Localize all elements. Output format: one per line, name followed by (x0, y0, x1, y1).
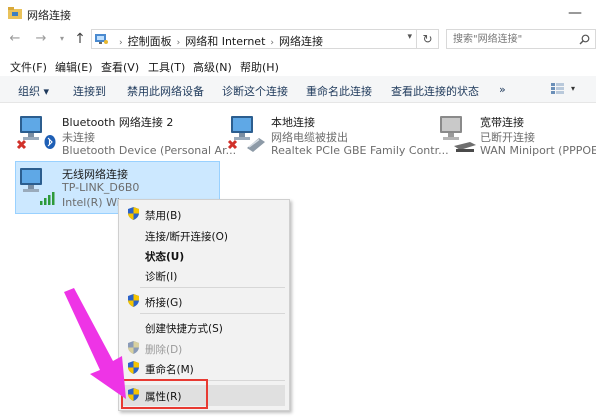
view-status-button[interactable]: 查看此连接的状态 (391, 83, 479, 99)
connect-to-button[interactable]: 连接到 (73, 83, 106, 99)
connection-name: 无线网络连接 (62, 168, 128, 181)
organize-button[interactable]: 组织 ▾ (18, 83, 49, 99)
broadband-modem-icon[interactable] (434, 112, 478, 156)
address-dropdown-chevron-icon[interactable]: ▾ (407, 32, 412, 42)
ctx-status[interactable]: 状态(U) (145, 249, 184, 264)
connection-status: TP-LINK_D6B0 (62, 181, 140, 194)
up-arrow-icon[interactable]: ↑ (72, 31, 88, 47)
ctx-connect-disconnect[interactable]: 连接/断开连接(O) (145, 229, 228, 244)
address-bar[interactable]: › 控制面板 › 网络和 Internet › 网络连接 ▾ (91, 29, 417, 49)
ctx-rename[interactable]: 重命名(M) (145, 362, 194, 377)
menu-separator (140, 313, 285, 314)
wireless-adapter-icon[interactable] (14, 164, 58, 208)
highlight-box (121, 379, 208, 409)
pointer-arrow-icon (64, 288, 126, 399)
connection-name: 本地连接 (271, 116, 315, 129)
recent-locations-chevron-icon[interactable]: ▾ (54, 31, 70, 47)
network-folder-icon (8, 7, 22, 19)
connection-device: Bluetooth Device (Personal Ar... (62, 144, 237, 157)
menu-help[interactable]: 帮助(H) (240, 59, 279, 75)
window-title: 网络连接 (27, 9, 71, 22)
ctx-create-shortcut[interactable]: 创建快捷方式(S) (145, 321, 223, 336)
ctx-disable[interactable]: 禁用(B) (145, 208, 181, 223)
rename-connection-button[interactable]: 重命名此连接 (306, 83, 372, 99)
ethernet-adapter-icon[interactable] (225, 112, 269, 156)
ctx-delete: 删除(D) (145, 344, 183, 356)
menu-edit[interactable]: 编辑(E) (55, 59, 93, 75)
menu-advanced[interactable]: 高级(N) (193, 59, 232, 75)
minimize-button[interactable]: — (560, 6, 590, 22)
back-button[interactable]: ← (7, 31, 23, 47)
refresh-button[interactable]: ↻ (417, 29, 439, 49)
forward-button[interactable]: → (33, 31, 49, 47)
disable-device-button[interactable]: 禁用此网络设备 (127, 83, 204, 99)
menu-file[interactable]: 文件(F) (10, 59, 47, 75)
menu-separator (140, 287, 285, 288)
connection-device: Realtek PCIe GBE Family Contr... (271, 144, 449, 157)
search-icon[interactable] (579, 34, 590, 45)
menu-view[interactable]: 查看(V) (101, 59, 139, 75)
breadcrumb-separator-icon: › (119, 38, 123, 48)
menu-tools[interactable]: 工具(T) (148, 59, 185, 75)
bluetooth-network-adapter-icon[interactable] (14, 112, 58, 156)
breadcrumb-separator-icon: › (270, 38, 275, 48)
control-panel-icon (95, 34, 108, 44)
ctx-bridge[interactable]: 桥接(G) (145, 295, 182, 310)
connection-status: 已断开连接 (480, 131, 535, 144)
connection-name: Bluetooth 网络连接 2 (62, 116, 174, 129)
view-options-chevron-icon[interactable]: ▾ (571, 84, 575, 93)
diagnose-connection-button[interactable]: 诊断这个连接 (222, 83, 288, 99)
connection-status: 网络电缆被拔出 (271, 131, 348, 144)
breadcrumb-network-internet[interactable]: 网络和 Internet (185, 35, 265, 48)
connection-status: 未连接 (62, 131, 95, 144)
title-bar (0, 0, 596, 28)
search-box[interactable] (446, 29, 596, 49)
connection-device: WAN Miniport (PPPOE) (480, 144, 596, 157)
breadcrumb-network-connections[interactable]: 网络连接 (279, 35, 323, 48)
change-view-icon[interactable] (551, 82, 565, 95)
uac-shield-icon (128, 207, 139, 220)
ctx-diagnose[interactable]: 诊断(I) (145, 269, 177, 284)
more-commands-button[interactable]: » (499, 83, 506, 96)
search-input[interactable] (453, 32, 573, 46)
breadcrumb-control-panel[interactable]: 控制面板 (128, 35, 172, 48)
connection-name: 宽带连接 (480, 116, 524, 129)
breadcrumb: › 控制面板 › 网络和 Internet › 网络连接 (114, 33, 323, 49)
breadcrumb-separator-icon: › (176, 38, 181, 48)
